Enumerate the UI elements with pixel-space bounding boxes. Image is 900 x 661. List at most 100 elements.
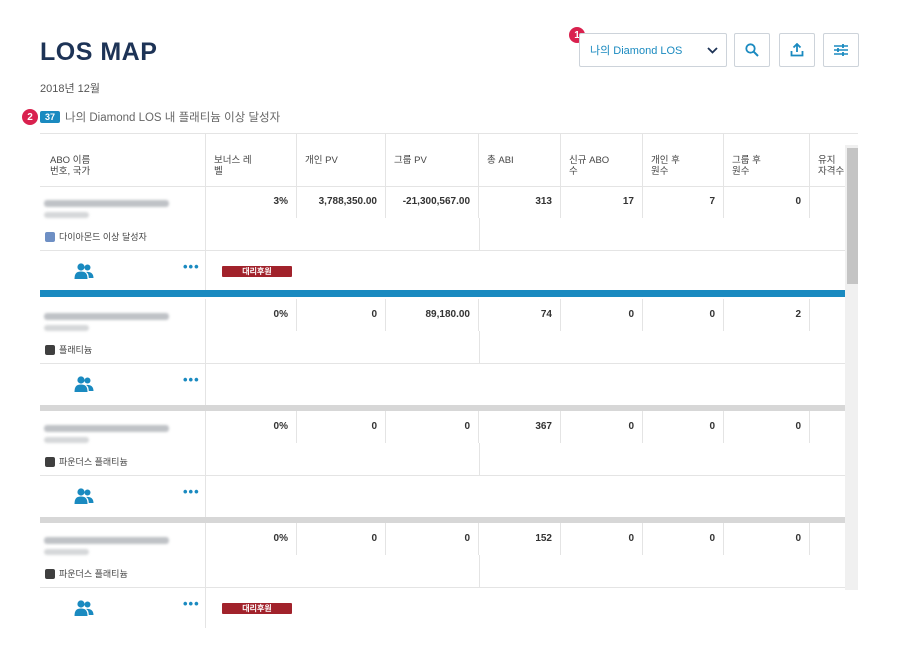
metric-cell: 0	[643, 523, 724, 555]
filter-settings-button[interactable]	[823, 33, 859, 67]
row-actions: ••• 대리후원	[40, 250, 845, 292]
metric-cell: 3%	[206, 186, 297, 218]
row-separator	[40, 290, 845, 297]
row-actions: •••	[40, 363, 845, 405]
pin-level-swatch	[45, 231, 55, 242]
pin-level-swatch	[45, 568, 55, 579]
table-row[interactable]: 파운더스 플래티늄 0% 0 0 367 0 0 0 •••	[40, 411, 845, 521]
redacted-number	[44, 549, 89, 555]
row-actions: •••	[40, 475, 845, 517]
metric-cell: 0	[386, 411, 479, 443]
metric-cell: 0	[724, 523, 810, 555]
marker-2: 2	[22, 109, 38, 125]
downline-people-icon[interactable]	[74, 599, 94, 622]
pin-level: 파운더스 플래티늄	[45, 455, 128, 468]
abo-name-cell: 다이아몬드 이상 달성자	[40, 186, 205, 250]
metric-cell: 0%	[206, 523, 297, 555]
more-options-icon[interactable]: •••	[183, 597, 200, 610]
pin-level-label: 파운더스 플래티늄	[59, 457, 128, 467]
redacted-name	[44, 537, 169, 544]
column-header: 그룹 PV	[386, 134, 479, 186]
column-divider	[479, 443, 480, 475]
column-header: 유지 자격수	[818, 155, 845, 177]
metric-cell: 152	[479, 523, 561, 555]
report-date: 2018년 12월	[40, 83, 101, 95]
metric-cell: 313	[479, 186, 561, 218]
metric-cell: 0%	[206, 299, 297, 331]
metric-cell: 367	[479, 411, 561, 443]
column-divider	[479, 331, 480, 363]
proxy-sponsor-badge: 대리후원	[222, 603, 292, 614]
row-actions: ••• 대리후원	[40, 587, 845, 628]
metric-cell: 0	[724, 186, 810, 218]
subtitle-text: 나의 Diamond LOS 내 플래티늄 이상 달성자	[65, 112, 281, 124]
more-options-icon[interactable]: •••	[183, 260, 200, 273]
redacted-number	[44, 325, 89, 331]
metric-cell: 2	[724, 299, 810, 331]
export-icon	[790, 43, 804, 57]
redacted-name	[44, 200, 169, 207]
more-options-icon[interactable]: •••	[183, 373, 200, 386]
pin-level: 플래티늄	[45, 343, 92, 356]
pin-level-label: 다이아몬드 이상 달성자	[59, 232, 147, 242]
redacted-number	[44, 437, 89, 443]
proxy-sponsor-badge: 대리후원	[222, 266, 292, 277]
los-selector-dropdown[interactable]: 나의 Diamond LOS	[579, 33, 727, 67]
filter-icon	[834, 44, 848, 56]
abo-name-cell: 파운더스 플래티늄	[40, 523, 205, 587]
downline-people-icon[interactable]	[74, 262, 94, 285]
column-header: 개인 PV	[297, 134, 386, 186]
column-divider	[479, 218, 480, 250]
abo-name-cell: 플래티늄	[40, 299, 205, 363]
metric-cell: 0	[386, 523, 479, 555]
table-row[interactable]: 다이아몬드 이상 달성자 3% 3,788,350.00 -21,300,567.00…	[40, 186, 845, 296]
metric-cell: 0	[561, 411, 643, 443]
pin-level: 파운더스 플래티늄	[45, 567, 128, 580]
metric-cell: 0	[297, 411, 386, 443]
export-button[interactable]	[779, 33, 815, 67]
metric-cell: 0	[724, 411, 810, 443]
column-header: ABO 이름 번호, 국가	[40, 134, 206, 186]
metric-cell: 0	[643, 299, 724, 331]
subtitle: 37 나의 Diamond LOS 내 플래티늄 이상 달성자	[40, 109, 280, 125]
metric-cell: 3,788,350.00	[297, 186, 386, 218]
table-row[interactable]: 플래티늄 0% 0 89,180.00 74 0 0 2 •••	[40, 299, 845, 409]
redacted-name	[44, 425, 169, 432]
metric-cell: 7	[643, 186, 724, 218]
pin-level-label: 파운더스 플래티늄	[59, 569, 128, 579]
chevron-down-icon	[698, 46, 726, 54]
table-row[interactable]: 파운더스 플래티늄 0% 0 0 152 0 0 0 ••• 대리후원	[40, 523, 845, 628]
abo-name-cell: 파운더스 플래티늄	[40, 411, 205, 475]
metric-cell: 0	[643, 411, 724, 443]
metric-cell: 0	[561, 523, 643, 555]
search-button[interactable]	[734, 33, 770, 67]
downline-people-icon[interactable]	[74, 487, 94, 510]
pin-level-swatch	[45, 344, 55, 355]
metric-cell: -21,300,567.00	[386, 186, 479, 218]
metric-cell: 0	[561, 299, 643, 331]
pin-level-label: 플래티늄	[59, 345, 93, 355]
downline-people-icon[interactable]	[74, 375, 94, 398]
more-options-icon[interactable]: •••	[183, 485, 200, 498]
achiever-count-badge: 37	[40, 111, 61, 123]
column-header: 신규 ABO 수	[561, 134, 643, 186]
column-header: 개인 후 원수	[643, 134, 724, 186]
column-header: 그룹 후 원수	[724, 134, 810, 186]
metric-cell: 0	[297, 523, 386, 555]
los-selector-value: 나의 Diamond LOS	[590, 45, 683, 57]
metric-cell: 74	[479, 299, 561, 331]
column-divider	[479, 555, 480, 587]
column-header: 총 ABI	[479, 134, 561, 186]
column-header: 보너스 레 벨	[206, 134, 297, 186]
metric-cell: 0%	[206, 411, 297, 443]
redacted-name	[44, 313, 169, 320]
metric-cell: 89,180.00	[386, 299, 479, 331]
metric-cell: 17	[561, 186, 643, 218]
page-title: LOS MAP	[40, 38, 158, 66]
los-table: ABO 이름 번호, 국가 보너스 레 벨 개인 PV 그룹 PV 총 ABI 신규 AB…	[40, 133, 858, 628]
pin-level: 다이아몬드 이상 달성자	[45, 230, 147, 243]
metric-cell: 0	[297, 299, 386, 331]
redacted-number	[44, 212, 89, 218]
pin-level-swatch	[45, 456, 55, 467]
search-icon	[745, 43, 759, 57]
